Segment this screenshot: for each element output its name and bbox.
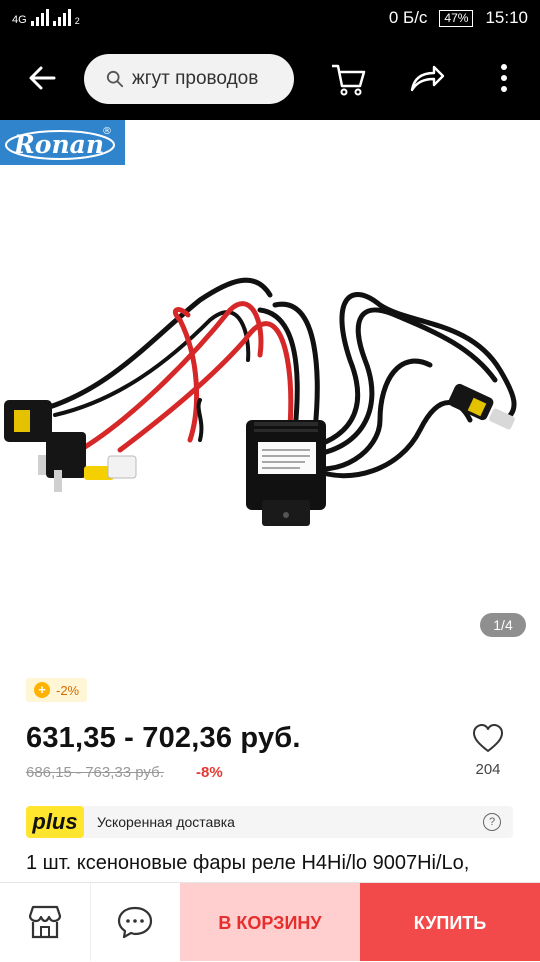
back-arrow-icon[interactable] <box>22 58 62 98</box>
search-input[interactable] <box>130 67 294 91</box>
wishlist-count: 204 <box>475 761 501 778</box>
battery-icon: 47% <box>439 9 474 27</box>
plus-badge: plus <box>26 806 84 838</box>
add-to-cart-button[interactable]: В КОРЗИНУ <box>180 883 360 961</box>
discount-badge-label: -2% <box>56 682 80 698</box>
cart-icon[interactable] <box>328 58 368 98</box>
help-icon[interactable]: ? <box>483 813 501 831</box>
signal-area: 4G 2 <box>12 8 80 26</box>
store-button[interactable] <box>0 883 91 961</box>
clock: 15:10 <box>485 8 528 27</box>
status-bar: 4G 2 0 Б/с 47% 15:10 <box>0 0 540 38</box>
fast-delivery-banner[interactable]: plus Ускоренная доставка ? <box>26 806 513 838</box>
product-title: 1 шт. ксеноновые фары реле H4Hi/lo 9007H… <box>26 852 470 874</box>
heart-icon <box>473 724 503 752</box>
wishlist-button[interactable]: 204 <box>466 722 510 784</box>
store-icon <box>28 905 62 939</box>
data-speed: 0 Б/с <box>388 8 428 27</box>
old-price-range: 686,15 - 763,33 руб. <box>26 764 164 781</box>
share-icon[interactable] <box>406 58 446 98</box>
status-right: 0 Б/с 47% 15:10 <box>389 8 528 28</box>
search-icon <box>106 70 124 88</box>
delivery-text: Ускоренная доставка <box>97 814 235 830</box>
chat-button[interactable] <box>90 883 180 961</box>
signal-icon <box>30 8 49 26</box>
discount-badge: + -2% <box>26 678 88 702</box>
bottom-action-bar: В КОРЗИНУ КУПИТЬ <box>0 882 540 961</box>
chat-icon <box>117 906 153 939</box>
more-vert-icon[interactable] <box>484 58 524 98</box>
discount-percent: -8% <box>196 764 223 781</box>
network-type: 4G <box>12 14 27 26</box>
price-range: 631,35 - 702,36 руб. <box>26 722 301 754</box>
product-gallery[interactable]: Ronan ® 1/4 <box>0 120 540 655</box>
toolbar <box>0 38 540 120</box>
search-box[interactable] <box>84 54 294 104</box>
signal-icon-2 <box>52 8 71 26</box>
buy-now-button[interactable]: КУПИТЬ <box>360 883 540 961</box>
coin-icon: + <box>34 682 50 698</box>
product-image <box>4 277 517 526</box>
image-counter: 1/4 <box>480 613 526 637</box>
sim-index: 2 <box>74 16 80 26</box>
